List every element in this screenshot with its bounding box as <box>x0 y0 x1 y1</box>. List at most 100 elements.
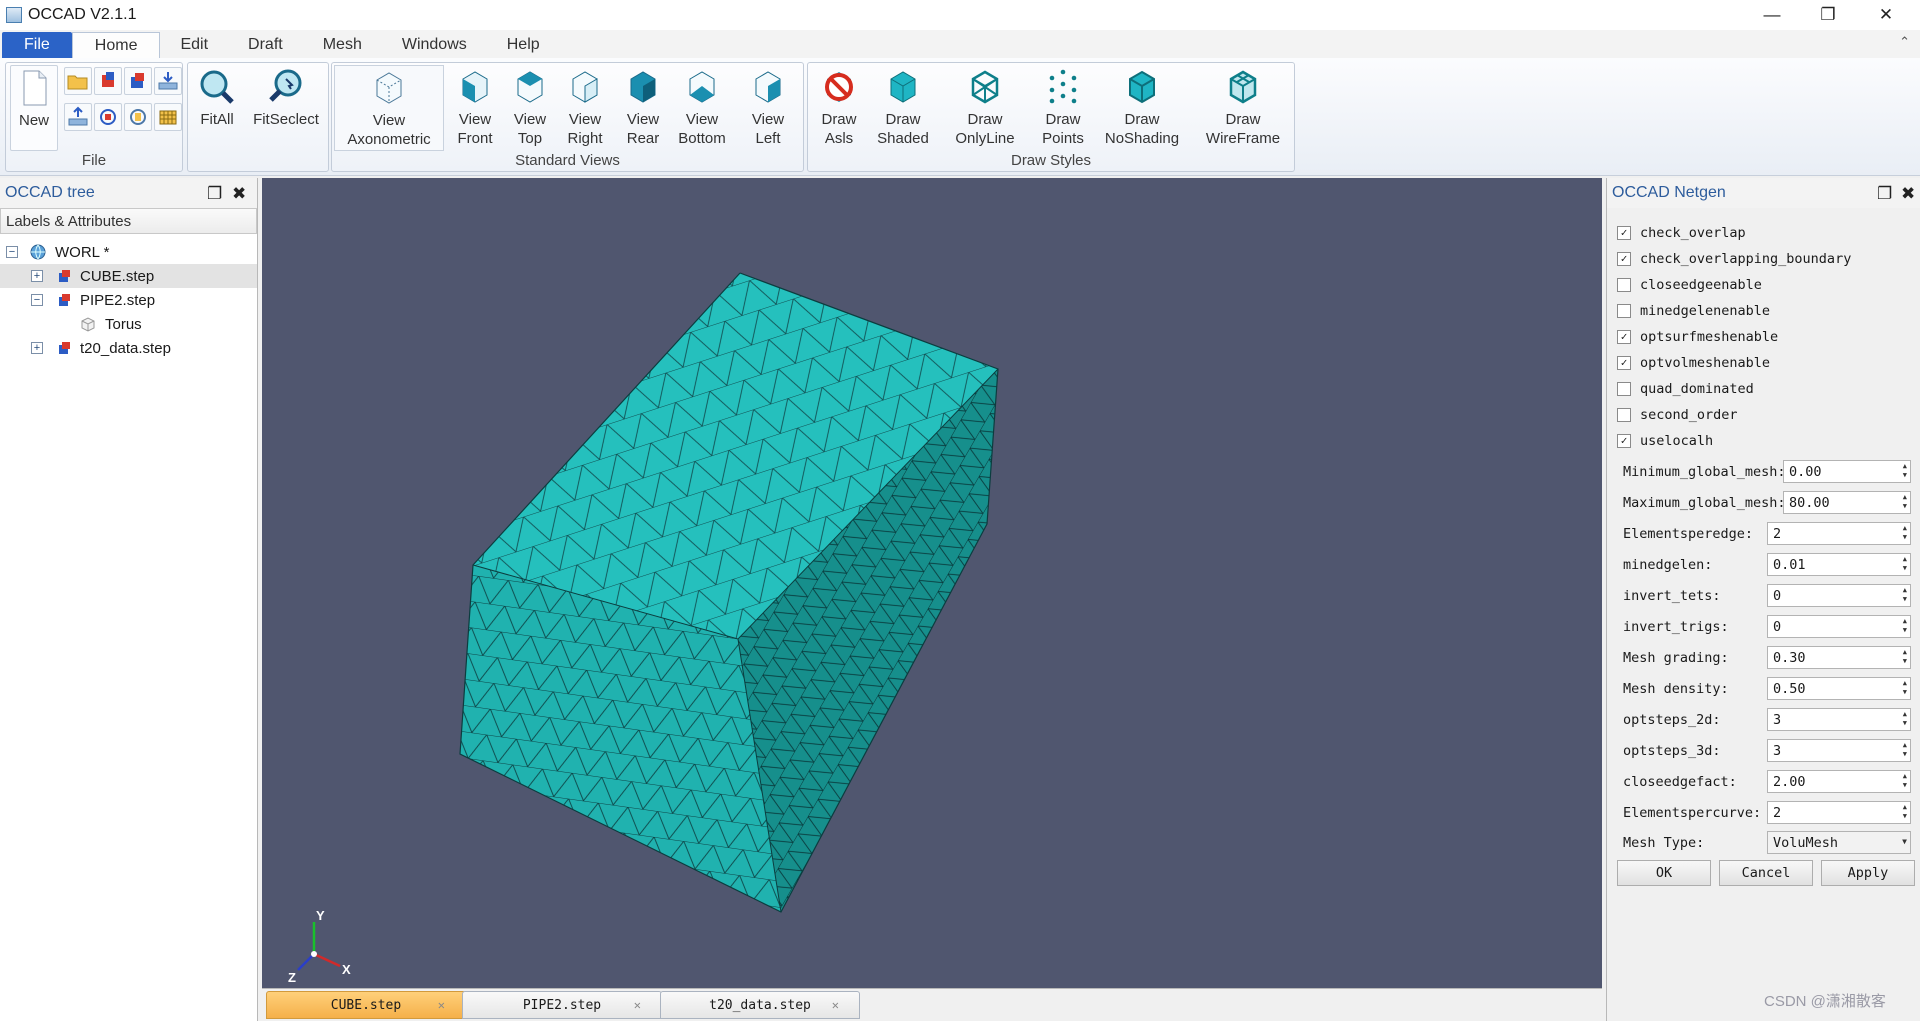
tree-item-torus[interactable]: Torus <box>0 312 257 336</box>
tree-item-t20-data-step[interactable]: + t20_data.step <box>0 336 257 360</box>
checkbox-box[interactable]: ✓ <box>1617 226 1631 240</box>
elementspercurve-input[interactable]: 2 ▲ ▼ <box>1767 801 1911 824</box>
uselocalh-checkbox[interactable]: ✓ uselocalh <box>1617 430 1713 452</box>
menu-tab-home[interactable]: Home <box>71 32 161 58</box>
invert-trigs-input[interactable]: 0 ▲ ▼ <box>1767 615 1911 638</box>
tree-item-cube-step[interactable]: + CUBE.step <box>0 264 257 288</box>
apply-button[interactable]: Apply <box>1821 860 1915 886</box>
save-button[interactable] <box>64 103 92 131</box>
float-panel-icon[interactable]: ❐ <box>1877 184 1892 204</box>
menu-tab-edit[interactable]: Edit <box>160 32 228 58</box>
spinner-icon[interactable]: ▲ ▼ <box>1903 803 1907 821</box>
export-button[interactable] <box>154 67 182 95</box>
checkbox-box[interactable]: ✓ <box>1617 330 1631 344</box>
draw-shaded-button[interactable]: Draw Shaded <box>868 65 938 151</box>
quad-dominated-checkbox[interactable]: quad_dominated <box>1617 378 1754 400</box>
close-tab-icon[interactable]: ✕ <box>832 998 839 1012</box>
checkbox-box[interactable]: ✓ <box>1617 356 1631 370</box>
close-panel-icon[interactable]: ✖ <box>232 184 246 204</box>
doc-tab-t20-data-step[interactable]: t20_data.step ✕ <box>660 991 860 1019</box>
open-button[interactable] <box>64 67 92 95</box>
menu-tab-windows[interactable]: Windows <box>382 32 487 58</box>
doc-tab-pipe2-step[interactable]: PIPE2.step ✕ <box>462 991 662 1019</box>
minimize-button[interactable]: — <box>1744 0 1800 30</box>
expand-icon[interactable]: + <box>31 270 43 282</box>
new-button[interactable]: New <box>10 65 58 151</box>
chevron-down-icon[interactable]: ▼ <box>1902 837 1907 846</box>
close-tab-icon[interactable]: ✕ <box>438 998 445 1012</box>
spinner-icon[interactable]: ▲ ▼ <box>1903 617 1907 635</box>
tree-item-pipe2-step[interactable]: − PIPE2.step <box>0 288 257 312</box>
maximum-global-mesh-input[interactable]: 80.00 ▲ ▼ <box>1783 491 1911 514</box>
tree-item-worl[interactable]: − WORL * <box>0 240 257 264</box>
check-overlap-checkbox[interactable]: ✓ check_overlap <box>1617 222 1746 244</box>
view-bottom-button[interactable]: View Bottom <box>672 65 732 151</box>
optsteps-2d-input[interactable]: 3 ▲ ▼ <box>1767 708 1911 731</box>
menu-tab-mesh[interactable]: Mesh <box>303 32 382 58</box>
elementsperedge-input[interactable]: 2 ▲ ▼ <box>1767 522 1911 545</box>
ribbon-collapse-icon[interactable]: ⌃ <box>1899 34 1910 50</box>
view-top-button[interactable]: View Top <box>505 65 555 151</box>
mesh-type-select[interactable]: VoluMesh ▼ <box>1767 831 1911 854</box>
spinner-icon[interactable]: ▲ ▼ <box>1903 710 1907 728</box>
spinner-icon[interactable]: ▲ ▼ <box>1903 462 1907 480</box>
ok-button[interactable]: OK <box>1617 860 1711 886</box>
draw-points-button[interactable]: Draw Points <box>1036 65 1090 151</box>
doc-tab-cube-step[interactable]: CUBE.step ✕ <box>266 991 466 1019</box>
fit-all-button[interactable]: FitAll <box>192 65 242 151</box>
optsurfmeshenable-checkbox[interactable]: ✓ optsurfmeshenable <box>1617 326 1778 348</box>
mesh-grading-input[interactable]: 0.30 ▲ ▼ <box>1767 646 1911 669</box>
spinner-icon[interactable]: ▲ ▼ <box>1903 493 1907 511</box>
minimum-global-mesh-input[interactable]: 0.00 ▲ ▼ <box>1783 460 1911 483</box>
3d-viewport[interactable]: Y X Z <box>262 178 1602 988</box>
spinner-icon[interactable]: ▲ ▼ <box>1903 524 1907 542</box>
refresh-button[interactable] <box>94 103 122 131</box>
spinner-icon[interactable]: ▲ ▼ <box>1903 772 1907 790</box>
tree-header[interactable]: Labels & Attributes <box>0 208 257 234</box>
menu-file[interactable]: File <box>2 32 72 58</box>
draw-asls-button[interactable]: Draw Asls <box>814 65 864 151</box>
mesh-density-input[interactable]: 0.50 ▲ ▼ <box>1767 677 1911 700</box>
view-left-button[interactable]: View Left <box>742 65 794 151</box>
spinner-icon[interactable]: ▲ ▼ <box>1903 741 1907 759</box>
draw-onlyline-button[interactable]: Draw OnlyLine <box>944 65 1026 151</box>
checkbox-box[interactable] <box>1617 278 1631 292</box>
float-panel-icon[interactable]: ❐ <box>207 184 222 204</box>
menu-tab-help[interactable]: Help <box>487 32 560 58</box>
fit-select-button[interactable]: FitSeclect <box>246 65 326 151</box>
mesh-import-button[interactable] <box>154 103 182 131</box>
view-right-button[interactable]: View Right <box>560 65 610 151</box>
draw-wireframe-button[interactable]: Draw WireFrame <box>1198 65 1288 151</box>
checkbox-box[interactable]: ✓ <box>1617 252 1631 266</box>
view-rear-button[interactable]: View Rear <box>618 65 668 151</box>
checkbox-box[interactable] <box>1617 408 1631 422</box>
closeedgefact-input[interactable]: 2.00 ▲ ▼ <box>1767 770 1911 793</box>
spinner-icon[interactable]: ▲ ▼ <box>1903 679 1907 697</box>
minedgelenenable-checkbox[interactable]: minedgelenenable <box>1617 300 1770 322</box>
spinner-icon[interactable]: ▲ ▼ <box>1903 648 1907 666</box>
closeedgeenable-checkbox[interactable]: closeedgeenable <box>1617 274 1762 296</box>
close-button[interactable]: ✕ <box>1858 0 1914 30</box>
second-order-checkbox[interactable]: second_order <box>1617 404 1738 426</box>
draw-noshading-button[interactable]: Draw NoShading <box>1095 65 1189 151</box>
cancel-button[interactable]: Cancel <box>1719 860 1813 886</box>
menu-tab-draft[interactable]: Draft <box>228 32 303 58</box>
checkbox-box[interactable] <box>1617 304 1631 318</box>
invert-tets-input[interactable]: 0 ▲ ▼ <box>1767 584 1911 607</box>
expand-icon[interactable]: + <box>31 342 43 354</box>
meshed-cube[interactable] <box>262 178 1602 988</box>
collapse-icon[interactable]: − <box>31 294 43 306</box>
spinner-icon[interactable]: ▲ ▼ <box>1903 586 1907 604</box>
collapse-icon[interactable]: − <box>6 246 18 258</box>
reload-button[interactable] <box>124 103 152 131</box>
restore-button[interactable]: ❐ <box>1800 0 1856 30</box>
checkbox-box[interactable] <box>1617 382 1631 396</box>
checkbox-box[interactable]: ✓ <box>1617 434 1631 448</box>
optvolmeshenable-checkbox[interactable]: ✓ optvolmeshenable <box>1617 352 1770 374</box>
optsteps-3d-input[interactable]: 3 ▲ ▼ <box>1767 739 1911 762</box>
close-panel-icon[interactable]: ✖ <box>1901 184 1915 204</box>
import-step-button[interactable] <box>94 67 122 95</box>
check-overlapping-boundary-checkbox[interactable]: ✓ check_overlapping_boundary <box>1617 248 1851 270</box>
view-axonometric-button[interactable]: View Axonometric <box>334 65 444 151</box>
minedgelen-input[interactable]: 0.01 ▲ ▼ <box>1767 553 1911 576</box>
